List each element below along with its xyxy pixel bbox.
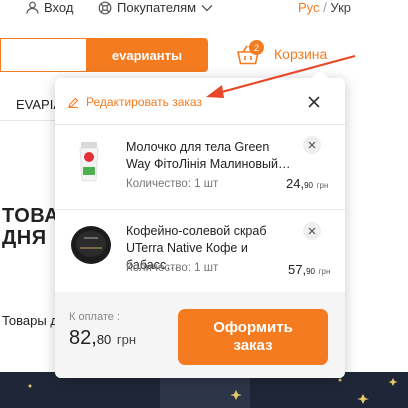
search-button-label: еvарианты xyxy=(111,47,183,63)
checkout-label: Оформить заказ xyxy=(213,319,293,354)
price-currency: грн xyxy=(318,267,331,276)
item-price: 24,90 грн xyxy=(286,176,328,191)
login-link[interactable]: Вход xyxy=(26,0,73,15)
chevron-down-icon xyxy=(201,4,213,11)
close-icon xyxy=(308,141,316,149)
item-price: 57,90 грн xyxy=(288,262,330,277)
item-quantity: Количество: 1 шт xyxy=(126,178,219,190)
lang-ru[interactable]: Рус xyxy=(298,0,320,15)
deals-title-line1: ТОВА xyxy=(2,205,60,227)
item-title[interactable]: Молочко для тела Green Way ФітоЛінія Мал… xyxy=(126,139,296,173)
lotion-bottle-image xyxy=(79,142,99,182)
search-input[interactable] xyxy=(0,38,86,72)
user-icon xyxy=(26,1,39,14)
lang-ua[interactable]: Укр xyxy=(330,0,351,15)
deals-title-line2: ДНЯ xyxy=(2,227,47,249)
total-kop: 80 xyxy=(96,332,112,347)
item-quantity: Количество: 1 шт xyxy=(126,262,219,274)
product-thumbnail[interactable] xyxy=(76,140,102,184)
customers-label: Покупателям xyxy=(117,0,197,15)
pay-label: К оплате : xyxy=(69,311,120,323)
price-kop: 90 xyxy=(304,181,313,190)
price-main: 57, xyxy=(288,262,307,277)
edit-order-link[interactable]: Редактировать заказ xyxy=(68,95,202,109)
checkout-button[interactable]: Оформить заказ xyxy=(178,309,328,365)
search-button[interactable]: еvарианты xyxy=(86,38,208,72)
annotation-arrow xyxy=(206,54,356,98)
close-icon xyxy=(308,227,316,235)
price-main: 24, xyxy=(286,176,305,191)
login-label: Вход xyxy=(44,0,74,15)
remove-item-button[interactable] xyxy=(303,222,321,240)
remove-item-button[interactable] xyxy=(303,136,321,154)
product-thumbnail[interactable] xyxy=(70,224,112,266)
lifebuoy-icon xyxy=(98,1,112,14)
customers-menu[interactable]: Покупателям xyxy=(98,0,213,15)
price-currency: грн xyxy=(316,181,329,190)
edit-order-label: Редактировать заказ xyxy=(86,95,202,109)
pencil-icon xyxy=(68,97,79,108)
scrub-jar-image xyxy=(71,226,111,264)
lang-separator: / xyxy=(323,0,327,15)
total-currency: грн xyxy=(116,332,136,347)
language-switcher[interactable]: Рус / Укр xyxy=(298,0,351,15)
price-kop: 90 xyxy=(306,267,315,276)
order-total: 82,80 грн xyxy=(69,327,136,350)
nav-divider xyxy=(0,120,55,121)
total-main: 82, xyxy=(69,327,97,349)
deals-subtitle: Товары д xyxy=(2,313,58,328)
